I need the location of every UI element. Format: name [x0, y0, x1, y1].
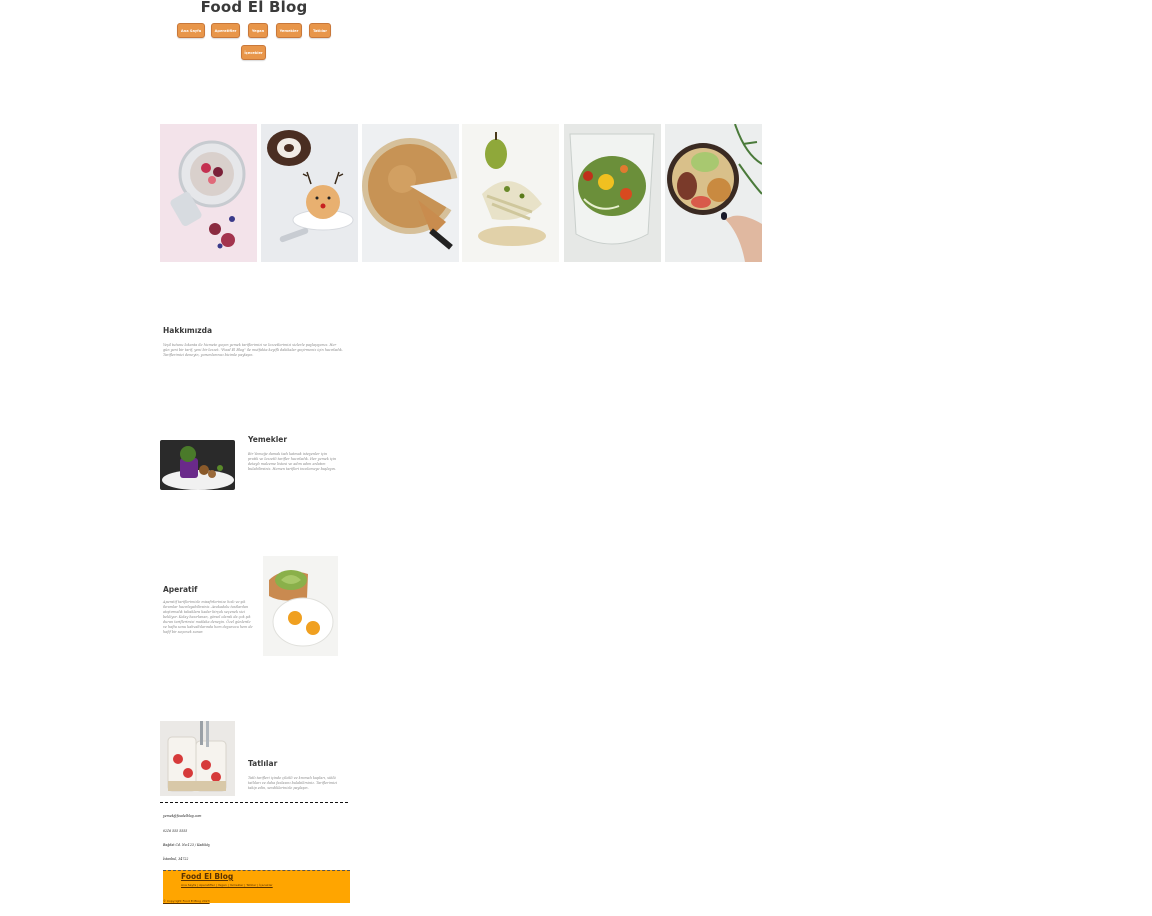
footer-nav-links[interactable]: Ana Sayfa | Aperatifler | Yegan | Yemekl… — [181, 883, 273, 887]
contact-email[interactable]: yemek@foodelblog.com — [163, 814, 201, 818]
site-title: Food El Blog — [200, 0, 308, 16]
purple-dish-photo — [160, 440, 235, 490]
nav-yemekler-button[interactable]: Yemekler — [276, 23, 302, 38]
copyright-text: © Copyright Food El Blog 2023 — [163, 899, 210, 903]
nav-tatlilar-button[interactable]: Tatlılar — [309, 23, 331, 38]
nav-icecekler-button[interactable]: İçecekler — [241, 45, 266, 60]
tatlilar-text: Tatlı tarifleri içinde çilekli ve kremal… — [248, 776, 338, 790]
about-text: Yeşil tutunu lokanta ile hizmete geçen y… — [163, 343, 343, 357]
pear-dish-photo — [462, 124, 559, 262]
avocado-toast-egg-photo — [263, 556, 338, 656]
salad-bowl-photo — [564, 124, 661, 262]
nav-home-button[interactable]: Ana Sayfa — [177, 23, 205, 38]
strawberry-parfait-photo — [160, 721, 235, 796]
footer-divider — [160, 802, 348, 803]
reindeer-dessert-photo — [261, 124, 358, 262]
aperatif-text: Aperatif tariflerimizle misafirlerinize … — [163, 600, 253, 634]
pie-slice-photo — [362, 124, 459, 262]
yemekler-text: Bir Yemeğe damak tadı katmak isteyenler … — [248, 452, 337, 471]
contact-phone[interactable]: 0216 555 5555 — [163, 829, 187, 833]
aperatif-title: Aperatif — [163, 585, 198, 594]
nav-aperatifler-button[interactable]: Aperatifler — [211, 23, 240, 38]
chia-pudding-jar-photo — [160, 124, 257, 262]
about-title: Hakkımızda — [163, 326, 213, 335]
contact-address: Bağdat Cd. No:123 / Kadıköy — [163, 843, 210, 847]
nav-yegan-button[interactable]: Yegan — [248, 23, 268, 38]
contact-city: İstanbul, 34722 — [163, 857, 189, 861]
footer-brand-link[interactable]: Food El Blog — [181, 872, 233, 881]
tatlilar-title: Tatlılar — [248, 759, 278, 768]
poke-bowl-photo — [665, 124, 762, 262]
yemekler-title: Yemekler — [248, 435, 288, 444]
